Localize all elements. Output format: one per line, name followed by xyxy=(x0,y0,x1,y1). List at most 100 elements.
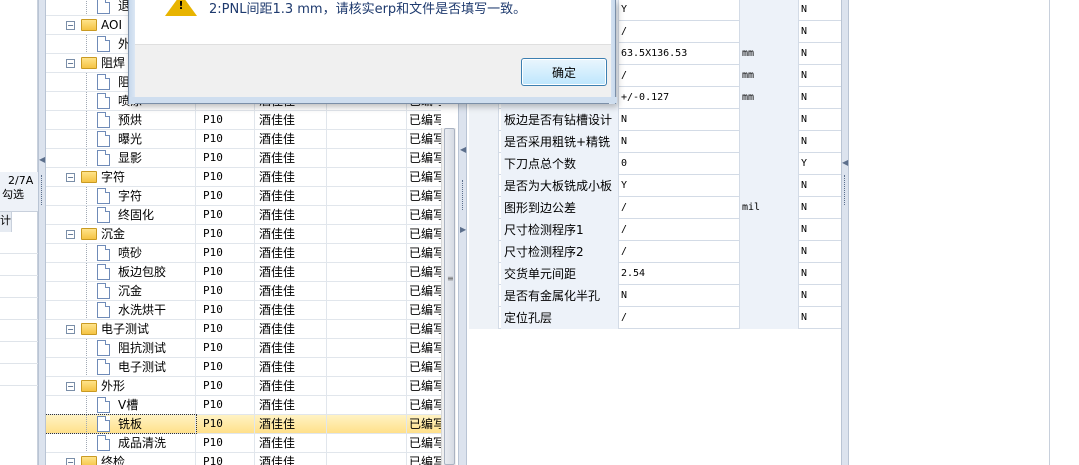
tree-row[interactable]: 曝光 P10 酒佳佳 已编写 xyxy=(46,130,441,149)
tree-node-cell[interactable]: 预烘 xyxy=(46,111,196,129)
tree-row[interactable]: − 终检 P10 酒佳佳 已编写 xyxy=(46,453,441,465)
parameter-flag-cell[interactable]: N xyxy=(799,43,841,65)
parameter-value-cell[interactable]: / xyxy=(619,241,740,263)
tree-node-cell[interactable]: 终固化 xyxy=(46,206,196,224)
tree-row[interactable]: 板边包胶 P10 酒佳佳 已编写 xyxy=(46,263,441,282)
collapse-icon[interactable]: − xyxy=(66,325,75,334)
collapse-icon[interactable]: − xyxy=(66,458,75,465)
parameter-value-cell[interactable]: N xyxy=(619,285,740,307)
tree-node-cell[interactable]: 字符 xyxy=(46,187,196,205)
tree-node-cell[interactable]: 阻抗测试 xyxy=(46,339,196,357)
parameter-flag-cell[interactable]: N xyxy=(799,241,841,263)
tree-row[interactable]: 预烘 P10 酒佳佳 已编写 xyxy=(46,111,441,130)
collapse-icon[interactable]: − xyxy=(66,173,75,182)
tree-node-cell[interactable]: 板边包胶 xyxy=(46,263,196,281)
tree-row[interactable]: 终固化 P10 酒佳佳 已编写 xyxy=(46,206,441,225)
parameter-row[interactable]: 下刀点总个数 0 Y xyxy=(469,153,841,175)
tree-node-cell[interactable]: − 字符 xyxy=(46,168,196,186)
collapse-icon[interactable]: − xyxy=(66,21,75,30)
parameter-flag-cell[interactable]: N xyxy=(799,175,841,197)
tree-row[interactable]: − 字符 P10 酒佳佳 已编写 xyxy=(46,168,441,187)
parameter-flag-cell[interactable]: N xyxy=(799,285,841,307)
tree-node-cell[interactable]: 水洗烘干 xyxy=(46,301,196,319)
collapse-icon[interactable]: − xyxy=(66,230,75,239)
tree-node-label: 预烘 xyxy=(118,113,143,127)
tree-node-cell[interactable]: 喷砂 xyxy=(46,244,196,262)
tree-row[interactable]: 喷砂 P10 酒佳佳 已编写 xyxy=(46,244,441,263)
parameter-value-cell[interactable]: 63.5X136.53 xyxy=(619,43,740,65)
tree-row[interactable]: 显影 P10 酒佳佳 已编写 xyxy=(46,149,441,168)
tree-scrollbar[interactable]: ≡ xyxy=(441,128,456,465)
parameter-value-cell[interactable]: N xyxy=(619,109,740,131)
parameter-value-cell[interactable]: +/-0.127 xyxy=(619,87,740,109)
parameter-row[interactable]: 定位孔层 / N xyxy=(469,307,841,329)
tree-line xyxy=(86,73,87,91)
parameter-flag-cell[interactable]: N xyxy=(799,109,841,131)
collapse-icon[interactable]: − xyxy=(66,382,75,391)
right-splitter[interactable]: ◀ xyxy=(841,0,849,465)
left-row[interactable] xyxy=(0,298,38,320)
parameter-row[interactable]: 是否采用粗铣+精铣 N N xyxy=(469,131,841,153)
parameter-flag-cell[interactable]: N xyxy=(799,307,841,329)
parameter-row[interactable]: 图形到边公差 / mil N xyxy=(469,197,841,219)
tree-row[interactable]: 字符 P10 酒佳佳 已编写 xyxy=(46,187,441,206)
tree-node-cell[interactable]: 显影 xyxy=(46,149,196,167)
tree-node-cell[interactable]: 沉金 xyxy=(46,282,196,300)
left-row[interactable] xyxy=(0,254,38,276)
tree-row[interactable]: − 沉金 P10 酒佳佳 已编写 xyxy=(46,225,441,244)
parameter-value-cell[interactable]: / xyxy=(619,307,740,329)
parameter-row[interactable]: 尺寸检测程序2/ N xyxy=(469,241,841,263)
parameter-value-cell[interactable]: Y xyxy=(619,175,740,197)
tree-node-cell[interactable]: 曝光 xyxy=(46,130,196,148)
parameter-flag-cell[interactable]: N xyxy=(799,131,841,153)
tree-row[interactable]: 铣板 P10 酒佳佳 已编写 xyxy=(46,414,441,434)
parameter-row[interactable]: 板边是否有钻槽设计 N N xyxy=(469,109,841,131)
parameter-flag-cell[interactable]: N xyxy=(799,21,841,43)
parameter-value-cell[interactable]: / xyxy=(619,197,740,219)
parameter-flag-cell[interactable]: N xyxy=(799,263,841,285)
tree-node-cell[interactable]: − 电子测试 xyxy=(46,320,196,338)
scrollbar-thumb[interactable]: ≡ xyxy=(444,128,455,465)
tree-node-cell[interactable]: V槽 xyxy=(46,396,196,414)
parameter-value-cell[interactable]: / xyxy=(619,65,740,87)
parameter-value-cell[interactable]: 0 xyxy=(619,153,740,175)
left-row[interactable] xyxy=(0,342,38,364)
parameter-flag-cell[interactable]: N xyxy=(799,197,841,219)
parameter-row[interactable]: 交货单元间距 2.54 N xyxy=(469,263,841,285)
ok-button[interactable]: 确定 xyxy=(521,58,607,86)
parameter-value-cell[interactable]: / xyxy=(619,219,740,241)
parameter-value-cell[interactable]: Y xyxy=(619,0,740,21)
parameter-row[interactable]: 是否为大板铣成小板 Y N xyxy=(469,175,841,197)
tree-node-cell[interactable]: − 沉金 xyxy=(46,225,196,243)
tree-node-cell[interactable]: 成品清洗 xyxy=(46,434,196,452)
tree-row[interactable]: 沉金 P10 酒佳佳 已编写 xyxy=(46,282,441,301)
parameter-value-cell[interactable]: N xyxy=(619,131,740,153)
tree-node-cell[interactable]: − 外形 xyxy=(46,377,196,395)
parameter-flag-cell[interactable]: Y xyxy=(799,153,841,175)
left-splitter[interactable]: ◀ xyxy=(38,0,46,465)
parameter-row[interactable]: 尺寸检测程序1/ N xyxy=(469,219,841,241)
tree-row[interactable]: 水洗烘干 P10 酒佳佳 已编写 xyxy=(46,301,441,320)
tree-node-cell[interactable]: 电子测试 xyxy=(46,358,196,376)
parameter-flag-cell[interactable]: N xyxy=(799,0,841,21)
parameter-value-cell[interactable]: 2.54 xyxy=(619,263,740,285)
left-row[interactable] xyxy=(0,232,38,254)
parameter-flag-cell[interactable]: N xyxy=(799,65,841,87)
left-column-header: 2/7A 勾选 xyxy=(0,172,38,212)
tree-node-cell[interactable]: − 终检 xyxy=(46,453,196,465)
left-row[interactable] xyxy=(0,320,38,342)
parameter-flag-cell[interactable]: N xyxy=(799,219,841,241)
parameter-flag-cell[interactable]: N xyxy=(799,87,841,109)
tree-row[interactable]: 电子测试 P10 酒佳佳 已编写 xyxy=(46,358,441,377)
tree-row[interactable]: 阻抗测试 P10 酒佳佳 已编写 xyxy=(46,339,441,358)
parameter-row[interactable]: 是否有金属化半孔 N N xyxy=(469,285,841,307)
left-row[interactable] xyxy=(0,364,38,386)
parameter-value-cell[interactable]: / xyxy=(619,21,740,43)
tree-node-cell[interactable]: 铣板 xyxy=(46,414,197,434)
tree-row[interactable]: V槽 P10 酒佳佳 已编写 xyxy=(46,396,441,415)
collapse-icon[interactable]: − xyxy=(66,59,75,68)
tree-row[interactable]: − 电子测试 P10 酒佳佳 已编写 xyxy=(46,320,441,339)
tree-row[interactable]: − 外形 P10 酒佳佳 已编写 xyxy=(46,377,441,396)
left-row[interactable] xyxy=(0,276,38,298)
tree-row[interactable]: 成品清洗 P10 酒佳佳 已编写 xyxy=(46,434,441,453)
